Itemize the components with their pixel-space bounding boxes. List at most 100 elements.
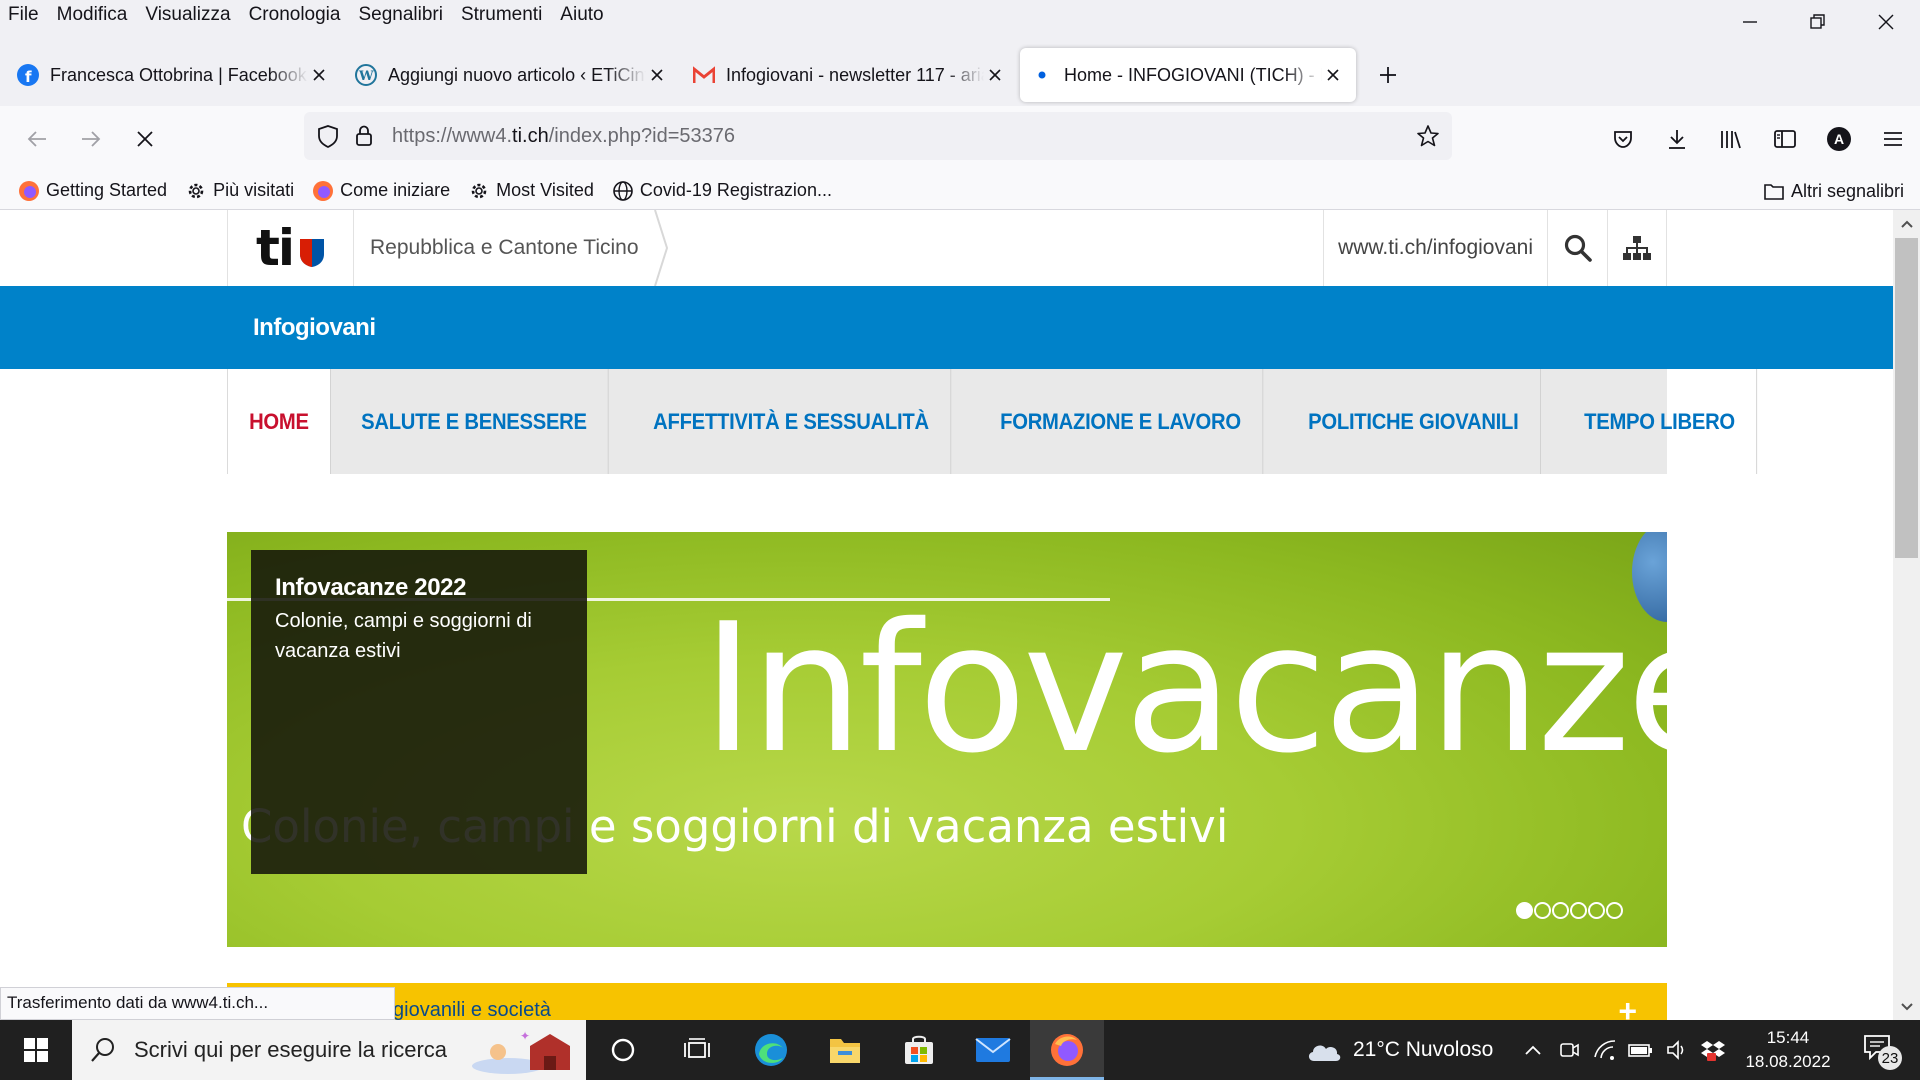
nav-affettivita-sessualita[interactable]: AFFETTIVITÀ E SESSUALITÀ [632,369,951,474]
taskbar-store[interactable] [882,1020,956,1080]
minimize-button[interactable] [1716,0,1784,44]
task-view-button[interactable] [586,1020,660,1080]
url-bar[interactable]: https://www4.ti.ch/index.php?id=53376 [304,112,1452,160]
tab-close-button[interactable] [646,64,668,86]
app-menu-button[interactable] [1866,112,1920,166]
nav-home[interactable]: HOME [227,369,331,474]
slider-dot-3[interactable] [1552,902,1569,919]
tab-infogiovani[interactable]: Home - INFOGIOVANI (TICH) - Repubblica [1020,48,1356,102]
section-title[interactable]: Infogiovani [253,286,376,369]
nav-politiche-giovanili[interactable]: POLITICHE GIOVANILI [1287,369,1541,474]
republic-label[interactable]: Repubblica e Cantone Ticino [370,210,639,286]
bookmark-label: Most Visited [496,180,594,200]
accordion-title[interactable]: giovanili e società [393,999,551,1020]
other-bookmarks[interactable]: Altri segnalibri [1763,172,1904,210]
bookmark-piu-visitati[interactable]: Più visitati [185,180,294,202]
show-hidden-icons-button[interactable] [1515,1020,1551,1080]
account-button[interactable]: A [1812,112,1866,166]
firefox-icon [18,180,40,202]
nav-salute-benessere[interactable]: SALUTE E BENESSERE [340,369,609,474]
scroll-down-button[interactable] [1893,993,1920,1020]
restore-button[interactable] [1784,0,1852,44]
tab-facebook[interactable]: f Francesca Ottobrina | Facebook [6,48,342,102]
accordion-header[interactable]: giovanili e società + [227,983,1667,1020]
bookmark-come-iniziare[interactable]: Come iniziare [312,180,450,202]
pocket-button[interactable] [1596,112,1650,166]
menu-modifica[interactable]: Modifica [57,4,128,26]
taskbar-file-explorer[interactable] [808,1020,882,1080]
ticino-logo[interactable]: ti [228,210,354,286]
site-search-button[interactable] [1547,210,1607,286]
menu-segnalibri[interactable]: Segnalibri [358,4,443,26]
hero-slider[interactable]: Infovacanze Colonie, campi e soggiorni d… [227,532,1667,947]
tab-wordpress[interactable]: W Aggiungi nuovo articolo ‹ ETiCinforma [344,48,680,102]
tab-title: Infogiovani - newsletter 117 - ariannapo… [726,64,984,85]
volume-tray[interactable] [1659,1020,1695,1080]
menu-aiuto[interactable]: Aiuto [560,4,603,26]
tab-close-button[interactable] [984,64,1006,86]
downloads-button[interactable] [1650,112,1704,166]
nav-formazione-lavoro[interactable]: FORMAZIONE E LAVORO [979,369,1263,474]
forward-button[interactable] [64,112,118,166]
stop-button[interactable] [118,112,172,166]
slider-dot-4[interactable] [1570,902,1587,919]
taskbar-weather[interactable]: 21°C Nuvoloso [1305,1020,1493,1080]
page-scrollbar[interactable] [1893,210,1920,1020]
nav-tempo-libero[interactable]: TEMPO LIBERO [1563,369,1757,474]
start-button[interactable] [0,1020,72,1080]
sidebar-button[interactable] [1758,112,1812,166]
menu-file[interactable]: File [8,4,39,26]
main-navigation: HOME SALUTE E BENESSERE AFFETTIVITÀ E SE… [227,369,1757,474]
bookmark-covid[interactable]: Covid-19 Registrazion... [612,180,832,202]
navigation-toolbar: https://www4.ti.ch/index.php?id=53376 A [0,106,1920,172]
new-tab-button[interactable] [1366,53,1410,97]
plus-icon [1380,67,1396,83]
menu-strumenti[interactable]: Strumenti [461,4,542,26]
wifi-tray[interactable] [1587,1020,1623,1080]
battery-tray[interactable] [1623,1020,1659,1080]
close-icon [313,69,325,81]
slider-dot-1[interactable] [1516,902,1533,919]
library-button[interactable] [1704,112,1758,166]
taskbar-clock[interactable]: 15:44 18.08.2022 [1740,1026,1836,1074]
timeline-button[interactable] [660,1020,734,1080]
bookmark-most-visited[interactable]: Most Visited [468,180,594,202]
url-text[interactable]: https://www4.ti.ch/index.php?id=53376 [392,125,735,148]
taskbar-mail[interactable] [956,1020,1030,1080]
lock-icon[interactable] [346,112,382,160]
wordpress-icon: W [354,63,378,87]
gmail-icon [692,63,716,87]
gear-icon [468,180,490,202]
tab-gmail[interactable]: Infogiovani - newsletter 117 - ariannapo… [682,48,1018,102]
site-url-link[interactable]: www.ti.ch/infogiovani [1323,210,1547,286]
taskbar-edge[interactable] [734,1020,808,1080]
back-button[interactable] [10,112,64,166]
taskbar-search-box[interactable]: Scrivi qui per eseguire la ricerca ✦ [72,1020,586,1080]
action-center-button[interactable]: 23 [1862,1032,1902,1070]
windows-taskbar: Scrivi qui per eseguire la ricerca ✦ 21°… [0,1020,1920,1080]
tab-close-button[interactable] [1322,64,1344,86]
scroll-up-button[interactable] [1893,210,1920,237]
menu-bar: File Modifica Visualizza Cronologia Segn… [0,0,1920,30]
slider-dot-5[interactable] [1588,902,1605,919]
bookmark-star-button[interactable] [1412,120,1444,152]
meet-now-tray[interactable] [1551,1020,1587,1080]
expand-plus-icon[interactable]: + [1618,993,1637,1020]
dropbox-tray[interactable] [1695,1020,1731,1080]
slider-dot-6[interactable] [1606,902,1623,919]
tab-close-button[interactable] [308,64,330,86]
menu-visualizza[interactable]: Visualizza [145,4,230,26]
cortana-circle-icon [611,1038,635,1062]
sitemap-button[interactable] [1607,210,1667,286]
scroll-thumb[interactable] [1895,238,1918,558]
slider-pagination [1516,902,1624,919]
hero-caption-box[interactable]: Infovacanze 2022 Colonie, campi e soggio… [251,550,587,874]
taskbar-firefox[interactable] [1030,1020,1104,1080]
hero-caption-title[interactable]: Infovacanze 2022 [275,574,563,602]
menu-cronologia[interactable]: Cronologia [249,4,341,26]
shield-icon[interactable] [310,112,346,160]
close-window-button[interactable] [1852,0,1920,44]
slider-dot-2[interactable] [1534,902,1551,919]
bookmark-getting-started[interactable]: Getting Started [18,180,167,202]
wifi-icon [1594,1040,1616,1060]
